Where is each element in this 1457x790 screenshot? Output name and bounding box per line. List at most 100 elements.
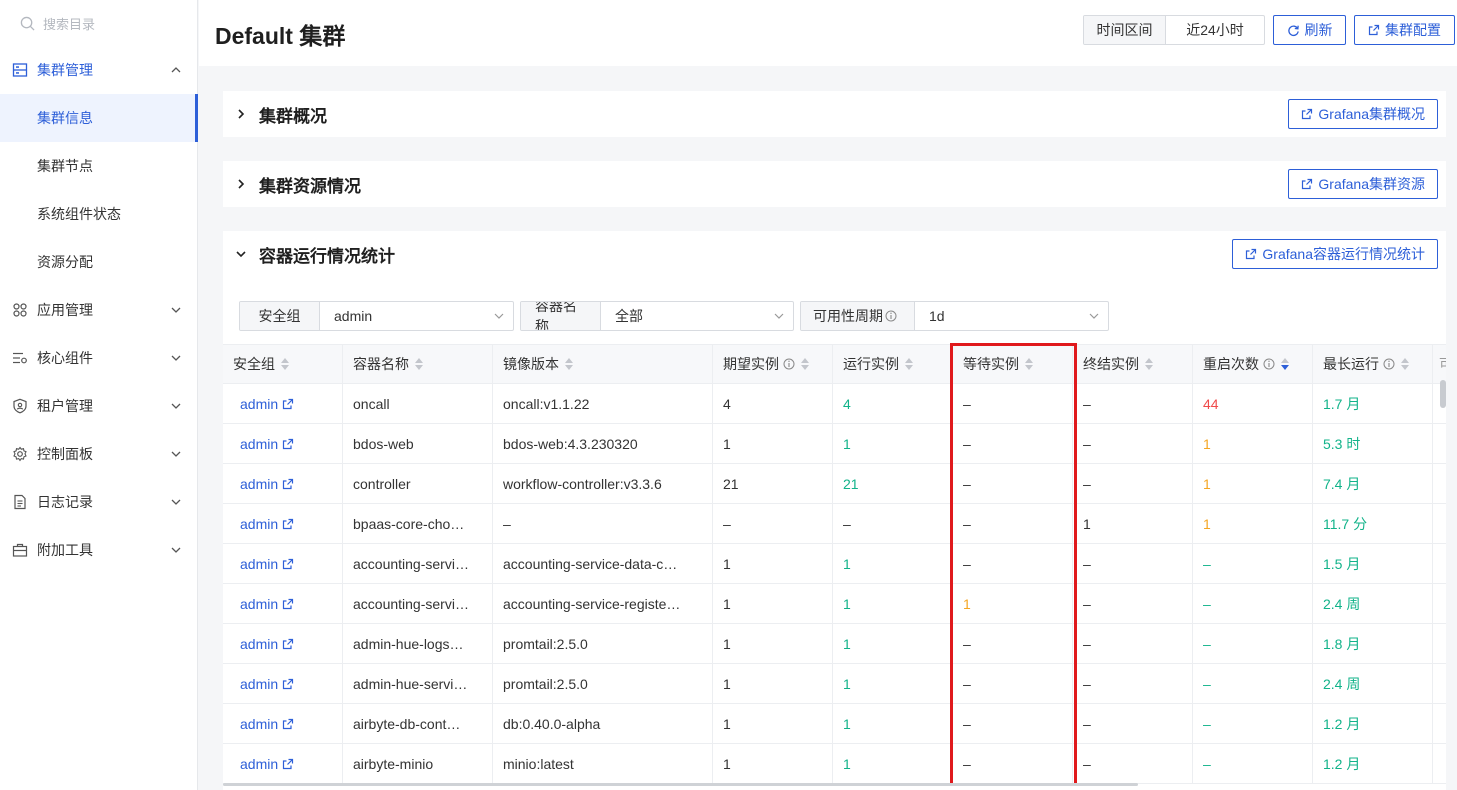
cell-value: 1 xyxy=(843,675,851,692)
sort-icon[interactable] xyxy=(1145,358,1153,370)
grafana-resources-button[interactable]: Grafana集群资源 xyxy=(1288,169,1438,199)
security-group-select[interactable]: admin xyxy=(320,302,513,330)
cell-value: 1 xyxy=(843,555,851,572)
cell-container-name: admin-hue-logs… xyxy=(343,624,493,663)
column-header-restart-count[interactable]: 重启次数 xyxy=(1193,345,1313,383)
nav-cluster-management[interactable]: 集群管理 xyxy=(0,46,197,94)
cell-security-group[interactable]: admin xyxy=(223,664,343,703)
info-icon xyxy=(783,358,795,370)
cell-value: 21 xyxy=(723,475,739,492)
cluster-config-button[interactable]: 集群配置 xyxy=(1354,15,1455,45)
column-header-longest-running[interactable]: 最长运行 xyxy=(1313,345,1433,383)
nav-label: 控制面板 xyxy=(37,446,93,462)
cell-security-group[interactable]: admin xyxy=(223,384,343,423)
cell-terminated-instances: – xyxy=(1073,424,1193,463)
cell-security-group[interactable]: admin xyxy=(223,504,343,543)
nav-label: 核心组件 xyxy=(37,350,93,366)
cell-value: admin xyxy=(240,515,279,532)
column-header-desired-instances[interactable]: 期望实例 xyxy=(713,345,833,383)
list-settings-icon xyxy=(13,352,27,364)
filter-label: 可用性周期 xyxy=(801,302,915,330)
cell-running-instances: – xyxy=(833,504,953,543)
column-header-terminated-instances[interactable]: 终结实例 xyxy=(1073,345,1193,383)
cell-running-instances: 21 xyxy=(833,464,953,503)
cell-security-group[interactable]: admin xyxy=(223,624,343,663)
cell-restart-count: – xyxy=(1193,664,1313,703)
sort-icon[interactable] xyxy=(801,358,809,370)
chevron-down-icon xyxy=(774,313,784,319)
cell-running-instances: 1 xyxy=(833,624,953,663)
cell-terminated-instances: – xyxy=(1073,704,1193,743)
cluster-resources-panel: 集群资源情况 Grafana集群资源 xyxy=(223,161,1446,207)
sort-icon[interactable] xyxy=(1401,358,1409,370)
cell-security-group[interactable]: admin xyxy=(223,424,343,463)
nav-tenant-management[interactable]: 租户管理 xyxy=(0,382,197,430)
cell-value: 4 xyxy=(723,395,731,412)
cell-longest-running: 1.5 月 xyxy=(1313,544,1433,583)
cluster-overview-toggle[interactable]: 集群概况 xyxy=(223,91,1446,137)
cell-longest-running: 2.4 周 xyxy=(1313,664,1433,703)
cell-security-group[interactable]: admin xyxy=(223,584,343,623)
grafana-container-stats-button[interactable]: Grafana容器运行情况统计 xyxy=(1232,239,1438,269)
container-stats-panel: 容器运行情况统计 Grafana容器运行情况统计 安全组 admin 容器名称 … xyxy=(223,231,1446,790)
horizontal-scrollbar[interactable] xyxy=(223,783,1138,786)
cell-terminated-instances: – xyxy=(1073,744,1193,783)
cell-value: admin xyxy=(240,475,279,492)
sort-icon[interactable] xyxy=(1025,358,1033,370)
catalog-search-input[interactable]: 搜索目录 xyxy=(0,0,197,46)
cell-value: – xyxy=(1203,715,1211,732)
column-label: 镜像版本 xyxy=(503,356,559,372)
sort-icon[interactable] xyxy=(281,358,289,370)
cell-security-group[interactable]: admin xyxy=(223,464,343,503)
chevron-down-icon xyxy=(171,355,181,361)
cell-restart-count: 1 xyxy=(1193,464,1313,503)
select-value: 1d xyxy=(929,308,945,324)
time-range-value[interactable]: 近24小时 xyxy=(1166,16,1264,44)
cell-restart-count: – xyxy=(1193,624,1313,663)
nav-app-management[interactable]: 应用管理 xyxy=(0,286,197,334)
cell-restart-count: – xyxy=(1193,544,1313,583)
vertical-scrollbar[interactable] xyxy=(1440,380,1446,408)
cell-security-group[interactable]: admin xyxy=(223,704,343,743)
sort-icon[interactable] xyxy=(415,358,423,370)
container-name-select[interactable]: 全部 xyxy=(601,302,793,330)
availability-select[interactable]: 1d xyxy=(915,302,1108,330)
column-header-container-name[interactable]: 容器名称 xyxy=(343,345,493,383)
cell-value: 1.8 月 xyxy=(1323,635,1361,652)
nav-resource-allocation[interactable]: 资源分配 xyxy=(0,238,197,286)
cell-container-name: accounting-servi… xyxy=(343,544,493,583)
nav-core-components[interactable]: 核心组件 xyxy=(0,334,197,382)
cell-running-instances: 1 xyxy=(833,664,953,703)
column-header-running-instances[interactable]: 运行实例 xyxy=(833,345,953,383)
nav-control-panel[interactable]: 控制面板 xyxy=(0,430,197,478)
column-header-security-group[interactable]: 安全组 xyxy=(223,345,343,383)
cell-container-name: bdos-web xyxy=(343,424,493,463)
cell-value: – xyxy=(1083,675,1091,692)
refresh-button[interactable]: 刷新 xyxy=(1273,15,1346,45)
nav-log-records[interactable]: 日志记录 xyxy=(0,478,197,526)
cell-value: 1.2 月 xyxy=(1323,755,1361,772)
time-range-selector[interactable]: 时间区间 近24小时 xyxy=(1083,15,1265,45)
cell-availability xyxy=(1433,584,1446,623)
chevron-right-icon xyxy=(238,179,245,189)
cell-availability xyxy=(1433,504,1446,543)
nav-cluster-info[interactable]: 集群信息 xyxy=(0,94,198,142)
column-header-image-version[interactable]: 镜像版本 xyxy=(493,345,713,383)
nav-system-components[interactable]: 系统组件状态 xyxy=(0,190,197,238)
cluster-resources-toggle[interactable]: 集群资源情况 xyxy=(223,161,1446,207)
info-icon xyxy=(1383,358,1395,370)
grafana-overview-button[interactable]: Grafana集群概况 xyxy=(1288,99,1438,129)
cell-security-group[interactable]: admin xyxy=(223,544,343,583)
cell-security-group[interactable]: admin xyxy=(223,744,343,783)
cell-value: accounting-servi… xyxy=(353,595,469,612)
nav-cluster-nodes[interactable]: 集群节点 xyxy=(0,142,197,190)
sort-icon[interactable] xyxy=(905,358,913,370)
cell-container-name: airbyte-minio xyxy=(343,744,493,783)
cell-running-instances: 1 xyxy=(833,424,953,463)
cell-value: controller xyxy=(353,475,411,492)
cell-value: oncall xyxy=(353,395,390,412)
sort-icon[interactable] xyxy=(1281,358,1289,370)
nav-addon-tools[interactable]: 附加工具 xyxy=(0,526,197,574)
sort-icon[interactable] xyxy=(565,358,573,370)
column-header-waiting-instances[interactable]: 等待实例 xyxy=(953,345,1073,383)
